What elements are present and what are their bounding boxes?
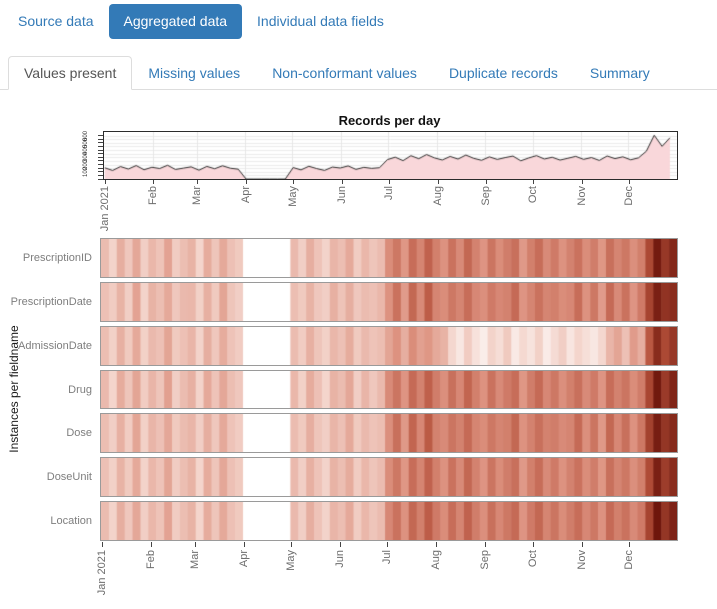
records-y-tick [98,160,103,161]
records-x-tick [438,180,439,184]
heatmap-x-tick [340,542,341,547]
heatmap-x-tick [244,542,245,547]
records-month-label-mar: Mar [191,186,204,205]
records-x-tick [293,180,294,184]
tab-missing-values[interactable]: Missing values [132,56,256,90]
tab-duplicate-records[interactable]: Duplicate records [433,56,574,90]
records-x-tick [105,180,106,184]
records-y-tick [98,179,103,180]
heatmap-row-canvas [101,502,677,540]
heatmap-x-tick [582,542,583,547]
heatmap-month-label-aug: Aug [430,550,443,570]
records-y-tick [98,157,103,158]
heatmap-row-canvas [101,414,677,452]
heatmap-row-drug [100,370,678,410]
heatmap-row-label-drug: Drug [0,384,92,396]
records-month-label-nov: Nov [576,186,589,206]
heatmap-month-label-may: May [285,550,298,571]
heatmap-month-label-mar: Mar [189,550,202,569]
heatmap-x-tick [485,542,486,547]
records-x-tick [342,180,343,184]
tab-non-conformant-values[interactable]: Non-conformant values [256,56,433,90]
records-y-tick [98,139,103,140]
records-y-tick-label: 600 [83,131,89,141]
heatmap-month-label-jan-2021: Jan 2021 [96,550,109,595]
nav-pill-aggregated-data[interactable]: Aggregated data [109,4,243,39]
nav-pill-individual-data-fields[interactable]: Individual data fields [242,4,399,39]
records-month-label-feb: Feb [147,186,160,205]
records-x-tick [197,180,198,184]
records-y-tick [98,153,103,154]
records-x-tick [389,180,390,184]
records-month-label-jun: Jun [336,186,349,204]
heatmap-row-label-doseunit: DoseUnit [0,471,92,483]
records-month-label-aug: Aug [432,186,445,206]
dataset-nav: Source dataAggregated dataIndividual dat… [3,4,399,39]
records-y-tick [98,175,103,176]
records-y-tick [98,171,103,172]
heatmap-x-tick [629,542,630,547]
heatmap-row-canvas [101,239,677,277]
heatmap-row-canvas [101,327,677,365]
heatmap-row-canvas [101,283,677,321]
heatmap-x-tick [151,542,152,547]
heatmap-x-tick [387,542,388,547]
heatmap-row-prescriptiondate [100,282,678,322]
records-y-tick [98,164,103,165]
heatmap-row-prescriptionid [100,238,678,278]
heatmap-row-dose [100,413,678,453]
records-per-day-canvas [104,132,677,179]
records-per-day-title: Records per day [103,113,676,128]
heatmap-row-label-dose: Dose [0,427,92,439]
records-y-tick [98,168,103,169]
records-x-tick [629,180,630,184]
records-y-tick [98,135,103,136]
heatmap-x-tick [533,542,534,547]
heatmap-month-label-oct: Oct [527,550,540,567]
records-month-label-jul: Jul [383,186,396,200]
heatmap-month-label-dec: Dec [623,550,636,570]
records-y-tick [98,142,103,143]
heatmap-x-tick [102,542,103,547]
heatmap-month-label-jun: Jun [334,550,347,568]
section-tabs: Values presentMissing valuesNon-conforma… [0,56,717,90]
heatmap-row-label-prescriptiondate: PrescriptionDate [0,296,92,308]
heatmap-month-label-apr: Apr [238,550,251,567]
records-x-tick [246,180,247,184]
records-x-tick [582,180,583,184]
data-quality-report-page: Source dataAggregated dataIndividual dat… [0,0,717,609]
records-month-label-jan-2021: Jan 2021 [99,186,112,231]
records-y-tick [98,150,103,151]
heatmap-row-doseunit [100,457,678,497]
heatmap-x-tick [195,542,196,547]
tab-summary[interactable]: Summary [574,56,666,90]
records-y-tick [98,146,103,147]
heatmap-month-label-sep: Sep [479,550,492,570]
records-x-tick [533,180,534,184]
heatmap-row-admissiondate [100,326,678,366]
heatmap-row-label-prescriptionid: PrescriptionID [0,252,92,264]
records-x-tick [486,180,487,184]
records-per-day-plot [103,131,678,180]
heatmap-row-canvas [101,371,677,409]
records-month-label-oct: Oct [527,186,540,203]
heatmap-month-label-feb: Feb [145,550,158,569]
records-month-label-may: May [287,186,300,207]
nav-pill-source-data[interactable]: Source data [3,4,109,39]
records-month-label-apr: Apr [240,186,253,203]
heatmap-grid [100,238,678,541]
records-month-label-dec: Dec [623,186,636,206]
records-month-label-sep: Sep [480,186,493,206]
heatmap-x-tick [436,542,437,547]
tab-values-present[interactable]: Values present [8,56,132,90]
heatmap-row-label-location: Location [0,515,92,527]
heatmap-x-tick [291,542,292,547]
records-x-tick [153,180,154,184]
heatmap-month-label-nov: Nov [576,550,589,570]
heatmap-row-label-admissiondate: AdmissionDate [0,340,92,352]
heatmap-row-location [100,501,678,541]
heatmap-row-canvas [101,458,677,496]
heatmap-month-label-jul: Jul [381,550,394,564]
